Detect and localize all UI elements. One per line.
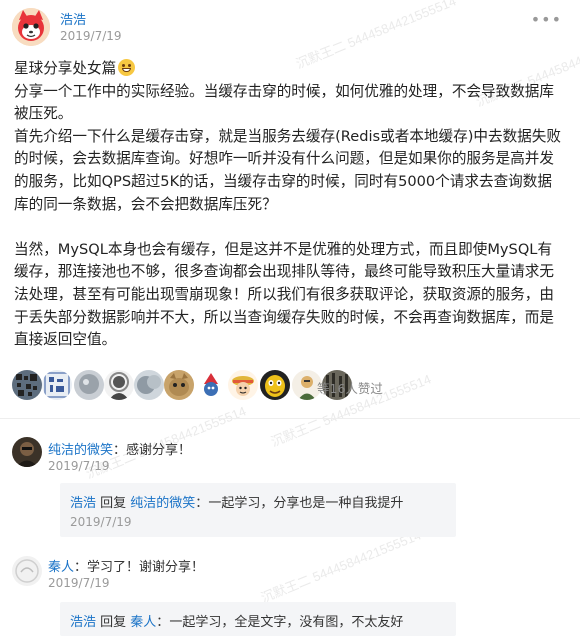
- reply-box: 浩浩 回复 秦人：一起学习，全是文字，没有图，不太友好: [60, 602, 456, 636]
- commenter-avatar[interactable]: [12, 556, 42, 586]
- reply-verb: 回复: [96, 615, 131, 630]
- reply-target[interactable]: 纯洁的微笑: [130, 496, 195, 511]
- comment-text: 学习了！谢谢分享！: [87, 560, 205, 575]
- reply-box: 浩浩 回复 纯洁的微笑：一起学习，分享也是一种自我提升 2019/7/19: [60, 483, 456, 537]
- comment-item: 纯洁的微笑：感谢分享！ 2019/7/19 浩浩 回复 纯洁的微笑：一起学习，分…: [12, 437, 568, 547]
- comment-line: 秦人：学习了！谢谢分享！: [48, 556, 204, 575]
- liker-avatar[interactable]: [42, 370, 72, 400]
- comment-item: 秦人：学习了！谢谢分享！ 2019/7/19 浩浩 回复 秦人：一起学习，全是文…: [12, 556, 568, 636]
- reply-separator: ：: [156, 615, 170, 630]
- comment-author[interactable]: 秦人: [48, 560, 74, 575]
- post-paragraph-1: 分享一个工作中的实际经验。当缓存击穿的时候，如何优雅的处理，不会导致数据库被压死…: [14, 82, 554, 123]
- reply-text: 一起学习，分享也是一种自我提升: [208, 496, 404, 511]
- liker-avatar[interactable]: [260, 370, 290, 400]
- comment-date: 2019/7/19: [48, 459, 110, 473]
- liker-avatar[interactable]: [196, 370, 226, 400]
- comment-author[interactable]: 纯洁的微笑: [48, 443, 113, 458]
- reply-author[interactable]: 浩浩: [70, 615, 96, 630]
- commenter-avatar[interactable]: [12, 437, 42, 467]
- divider: [0, 418, 580, 419]
- ellipsis-icon[interactable]: •••: [531, 10, 562, 29]
- reply-line: 浩浩 回复 纯洁的微笑：一起学习，分享也是一种自我提升: [70, 492, 403, 511]
- liker-avatar[interactable]: [74, 370, 104, 400]
- liker-avatar[interactable]: [164, 370, 194, 400]
- liker-avatar[interactable]: [104, 370, 134, 400]
- post-date: 2019/7/19: [60, 29, 122, 43]
- reply-author[interactable]: 浩浩: [70, 496, 96, 511]
- post-paragraph-3: 当然，MySQL本身也会有缓存，但是这并不是优雅的处理方式，而且即使MySQL有…: [14, 240, 554, 349]
- post-title-text: 星球分享处女篇: [14, 60, 117, 77]
- liker-avatar[interactable]: [228, 370, 258, 400]
- comment-separator: ：: [113, 443, 127, 458]
- post-author-name[interactable]: 浩浩: [60, 9, 86, 28]
- reply-text: 一起学习，全是文字，没有图，不太友好: [169, 615, 404, 630]
- grinning-face-icon: [118, 59, 136, 76]
- reply-line: 浩浩 回复 秦人：一起学习，全是文字，没有图，不太友好: [70, 611, 403, 630]
- liker-avatar[interactable]: [12, 370, 42, 400]
- post-header: 浩浩 2019/7/19 •••: [12, 8, 568, 48]
- reply-separator: ：: [195, 496, 209, 511]
- author-avatar[interactable]: [12, 8, 50, 46]
- post-title: 星球分享处女篇: [14, 58, 566, 81]
- reply-date: 2019/7/19: [70, 515, 132, 529]
- comment-date: 2019/7/19: [48, 576, 110, 590]
- post-paragraph-2: 首先介绍一下什么是缓存击穿，就是当服务去缓存(Redis或者本地缓存)中去数据失…: [14, 127, 561, 213]
- liker-avatar[interactable]: [134, 370, 164, 400]
- post-body: 星球分享处女篇 分享一个工作中的实际经验。当缓存击穿的时候，如何优雅的处理，不会…: [14, 58, 566, 352]
- likes-count[interactable]: 等16人赞过: [317, 378, 383, 397]
- reply-target[interactable]: 秦人: [130, 615, 156, 630]
- comment-line: 纯洁的微笑：感谢分享！: [48, 439, 191, 458]
- comment-separator: ：: [74, 560, 88, 575]
- comment-text: 感谢分享！: [126, 443, 192, 458]
- likers-row: 等16人赞过: [12, 370, 572, 402]
- reply-verb: 回复: [96, 496, 131, 511]
